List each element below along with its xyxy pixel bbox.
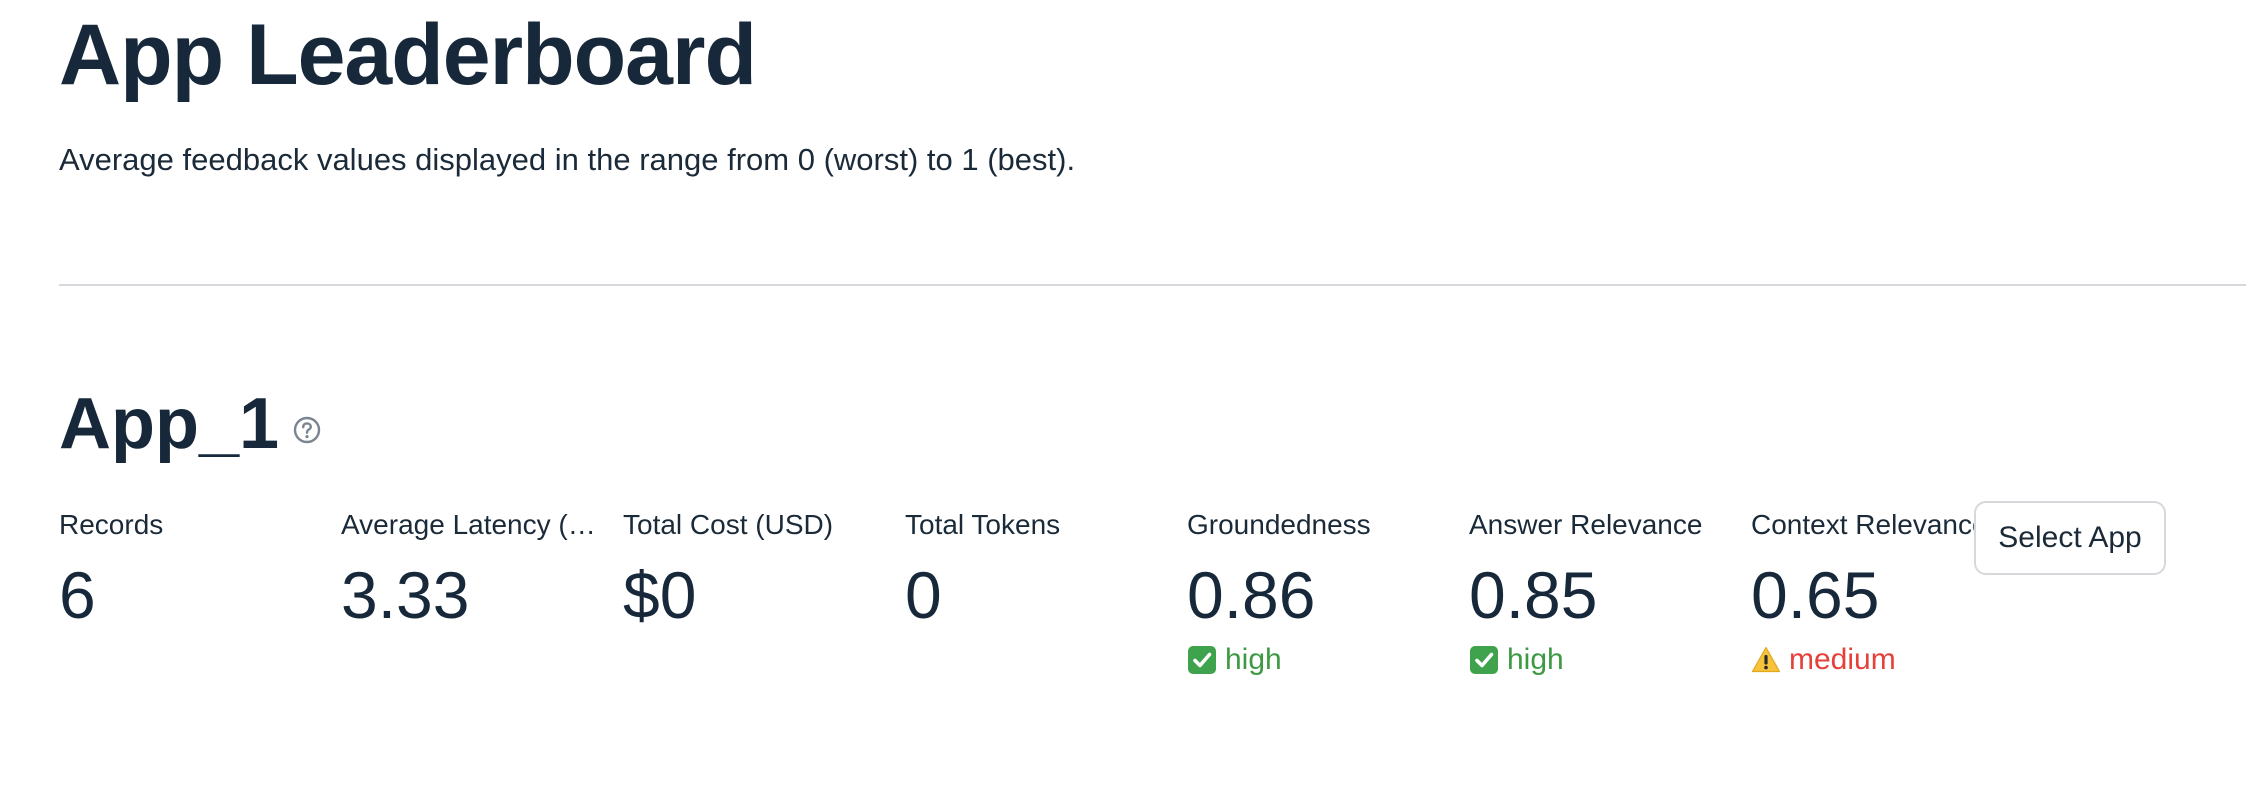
metric-total-cost: Total Cost (USD) $0 [623, 505, 883, 635]
metric-value: 0 [905, 558, 942, 632]
metric-delta-text: medium [1789, 643, 1896, 676]
metric-delta-text: high [1225, 643, 1282, 676]
metric-label: Total Tokens [905, 509, 1061, 540]
metric-average-latency: Average Latency (Seconds) 3.33 [341, 505, 603, 635]
metric-total-tokens: Total Tokens 0 [905, 505, 1165, 635]
metric-value: 0.86 [1187, 558, 1316, 632]
metric-value: 0.85 [1469, 558, 1598, 632]
leaderboard-page: App Leaderboard Average feedback values … [59, 0, 2246, 794]
question-circle-icon[interactable] [293, 416, 321, 444]
metric-label: Groundedness [1187, 509, 1371, 540]
divider [59, 284, 2246, 286]
metric-label: Average Latency (Seconds) [341, 509, 603, 540]
metric-records: Records 6 [59, 505, 319, 635]
metric-value: 0.65 [1751, 558, 1880, 632]
metrics-row: Records 6 Average Latency (Seconds) 3.33… [59, 505, 2059, 705]
check-mark-icon [1187, 645, 1217, 675]
metric-delta: high [1187, 641, 1447, 679]
warning-icon [1751, 645, 1781, 675]
metric-delta: high [1469, 641, 1729, 679]
metric-delta: medium [1751, 641, 2011, 679]
app-heading: App_1 [59, 384, 321, 464]
app-name: App_1 [59, 384, 280, 464]
page-subtitle: Average feedback values displayed in the… [59, 142, 1076, 177]
page-title: App Leaderboard [59, 7, 757, 103]
metric-value: 3.33 [341, 558, 470, 632]
metric-label: Context Relevance [1751, 509, 1988, 540]
metric-value: 6 [59, 558, 96, 632]
metric-context-relevance: Context Relevance 0.65 medium [1751, 505, 2011, 679]
metric-answer-relevance: Answer Relevance 0.85 high [1469, 505, 1729, 679]
metric-label: Answer Relevance [1469, 509, 1703, 540]
metric-label: Total Cost (USD) [623, 509, 834, 540]
check-mark-icon [1469, 645, 1499, 675]
metric-delta-text: high [1507, 643, 1564, 676]
select-app-button[interactable]: Select App [1974, 501, 2166, 575]
metric-groundedness: Groundedness 0.86 high [1187, 505, 1447, 679]
metric-value: $0 [623, 558, 697, 632]
metric-label: Records [59, 509, 164, 540]
